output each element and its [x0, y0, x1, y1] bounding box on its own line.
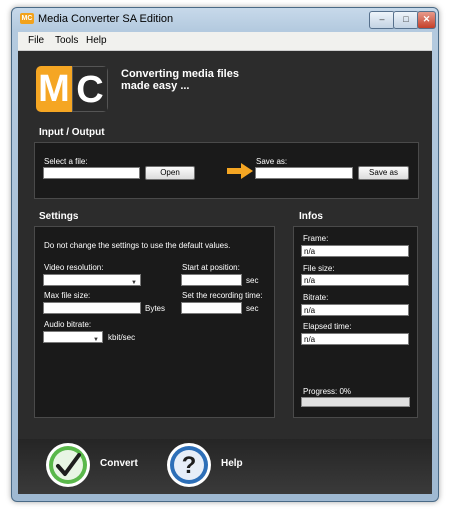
select-file-label: Select a file:	[44, 157, 88, 166]
arrow-right-icon	[227, 163, 253, 179]
io-section-title: Input / Output	[39, 127, 105, 138]
checkmark-icon[interactable]	[44, 441, 92, 489]
select-file-input[interactable]	[43, 167, 140, 179]
help-button[interactable]: Help	[221, 458, 243, 469]
elapsed-time-label: Elapsed time:	[303, 322, 352, 331]
recording-time-input[interactable]	[181, 302, 242, 314]
recording-time-label: Set the recording time:	[182, 291, 263, 300]
start-position-unit: sec	[246, 276, 259, 285]
save-as-label: Save as:	[256, 157, 288, 166]
max-file-size-unit: Bytes	[145, 304, 166, 313]
maximize-button[interactable]: □	[393, 11, 419, 29]
close-button[interactable]: ✕	[417, 11, 436, 29]
max-file-size-input[interactable]	[43, 302, 141, 314]
file-size-value: n/a	[301, 274, 409, 286]
save-as-input[interactable]	[255, 167, 353, 179]
chevron-down-icon: ▼	[131, 280, 137, 286]
audio-bitrate-label: Audio bitrate:	[44, 320, 92, 329]
settings-note: Do not change the settings to use the de…	[44, 241, 231, 250]
audio-bitrate-select[interactable]: ▼	[43, 331, 103, 343]
window-title: Media Converter SA Edition	[38, 13, 174, 25]
logo-letter-c: C	[76, 69, 104, 111]
menu-tools[interactable]: Tools	[55, 35, 78, 46]
svg-text:?: ?	[182, 452, 197, 479]
video-resolution-label: Video resolution:	[44, 263, 104, 272]
logo-letter-m: M	[38, 68, 70, 110]
progress-bar	[301, 397, 410, 407]
frame-label: Frame:	[303, 234, 329, 243]
chevron-down-icon: ▼	[93, 337, 99, 343]
save-as-button[interactable]: Save as	[358, 166, 409, 180]
tagline-line-2: made easy ...	[121, 80, 190, 92]
bitrate-value: n/a	[301, 304, 409, 316]
bitrate-label: Bitrate:	[303, 293, 329, 302]
audio-bitrate-unit: kbit/sec	[108, 333, 136, 342]
elapsed-time-value: n/a	[301, 333, 409, 345]
infos-section-title: Infos	[299, 211, 323, 222]
menu-help[interactable]: Help	[86, 35, 107, 46]
start-position-input[interactable]	[181, 274, 242, 286]
tagline-line-1: Converting media files	[121, 68, 239, 80]
question-mark-icon[interactable]: ?	[165, 441, 213, 489]
recording-time-unit: sec	[246, 304, 259, 313]
start-position-label: Start at position:	[182, 263, 240, 272]
menu-bar: File Tools Help	[18, 32, 432, 51]
file-size-label: File size:	[303, 264, 335, 273]
action-bar: Convert ? Help	[18, 439, 432, 494]
open-button[interactable]: Open	[145, 166, 195, 180]
client-area: M C Converting media files made easy ...…	[18, 51, 432, 494]
tagline: Converting media files made easy ...	[121, 68, 281, 92]
progress-label: Progress: 0%	[303, 387, 352, 396]
convert-button[interactable]: Convert	[100, 458, 138, 469]
video-resolution-select[interactable]: ▼	[43, 274, 141, 286]
frame-value: n/a	[301, 245, 409, 257]
app-logo: M C	[36, 66, 108, 112]
app-icon: MC	[20, 13, 34, 24]
menu-file[interactable]: File	[28, 35, 44, 46]
application-window: MC Media Converter SA Edition – □ ✕ File…	[11, 7, 439, 502]
minimize-button[interactable]: –	[369, 11, 395, 29]
title-bar[interactable]: MC Media Converter SA Edition – □ ✕	[12, 8, 438, 30]
max-file-size-label: Max file size:	[44, 291, 91, 300]
settings-section-title: Settings	[39, 211, 79, 222]
